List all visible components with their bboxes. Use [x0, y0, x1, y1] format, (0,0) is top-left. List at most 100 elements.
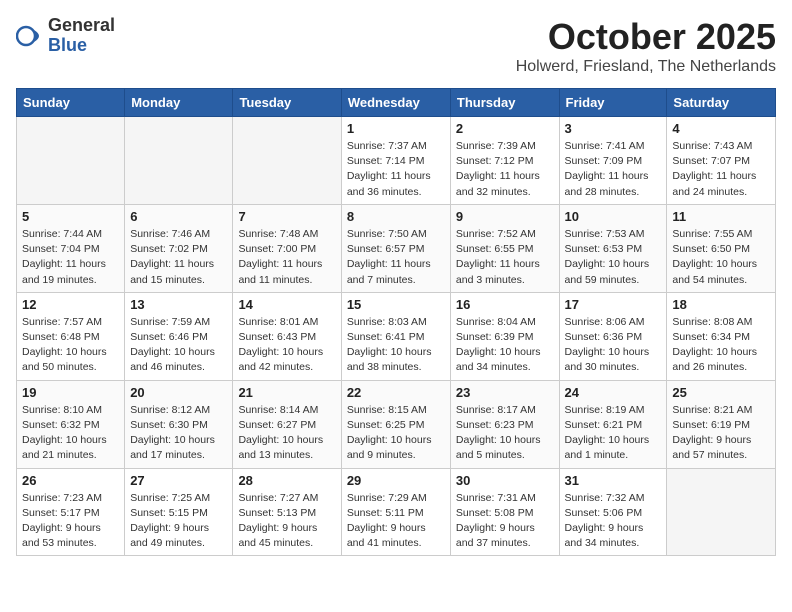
calendar-cell: 27 Sunrise: 7:25 AM Sunset: 5:15 PM Dayli… [125, 468, 233, 556]
day-number: 18 [672, 297, 770, 312]
weekday-header: Friday [559, 89, 667, 117]
day-info: Sunrise: 7:39 AM Sunset: 7:12 PM Dayligh… [456, 139, 554, 200]
day-info: Sunrise: 7:52 AM Sunset: 6:55 PM Dayligh… [456, 227, 554, 288]
calendar-cell [233, 117, 341, 205]
calendar-cell: 7 Sunrise: 7:48 AM Sunset: 7:00 PM Daylig… [233, 204, 341, 292]
calendar-table: SundayMondayTuesdayWednesdayThursdayFrid… [16, 88, 776, 556]
day-number: 3 [565, 121, 662, 136]
day-info: Sunrise: 7:23 AM Sunset: 5:17 PM Dayligh… [22, 491, 119, 552]
day-number: 15 [347, 297, 445, 312]
day-info: Sunrise: 7:55 AM Sunset: 6:50 PM Dayligh… [672, 227, 770, 288]
day-info: Sunrise: 7:59 AM Sunset: 6:46 PM Dayligh… [130, 315, 227, 376]
day-info: Sunrise: 8:17 AM Sunset: 6:23 PM Dayligh… [456, 403, 554, 464]
day-info: Sunrise: 7:50 AM Sunset: 6:57 PM Dayligh… [347, 227, 445, 288]
day-info: Sunrise: 7:53 AM Sunset: 6:53 PM Dayligh… [565, 227, 662, 288]
day-info: Sunrise: 7:57 AM Sunset: 6:48 PM Dayligh… [22, 315, 119, 376]
day-number: 24 [565, 385, 662, 400]
day-info: Sunrise: 8:19 AM Sunset: 6:21 PM Dayligh… [565, 403, 662, 464]
day-info: Sunrise: 8:21 AM Sunset: 6:19 PM Dayligh… [672, 403, 770, 464]
day-info: Sunrise: 8:12 AM Sunset: 6:30 PM Dayligh… [130, 403, 227, 464]
calendar-cell: 3 Sunrise: 7:41 AM Sunset: 7:09 PM Daylig… [559, 117, 667, 205]
weekday-header: Wednesday [341, 89, 450, 117]
day-info: Sunrise: 8:04 AM Sunset: 6:39 PM Dayligh… [456, 315, 554, 376]
calendar-cell [125, 117, 233, 205]
day-number: 19 [22, 385, 119, 400]
calendar-cell: 1Sunrise: 7:37 AM Sunset: 7:14 PM Daylig… [341, 117, 450, 205]
day-info: Sunrise: 7:32 AM Sunset: 5:06 PM Dayligh… [565, 491, 662, 552]
weekday-header: Tuesday [233, 89, 341, 117]
day-number: 30 [456, 473, 554, 488]
calendar-cell: 5 Sunrise: 7:44 AM Sunset: 7:04 PM Daylig… [17, 204, 125, 292]
day-number: 6 [130, 209, 227, 224]
day-number: 13 [130, 297, 227, 312]
weekday-header: Saturday [667, 89, 776, 117]
day-info: Sunrise: 8:01 AM Sunset: 6:43 PM Dayligh… [238, 315, 335, 376]
day-info: Sunrise: 8:14 AM Sunset: 6:27 PM Dayligh… [238, 403, 335, 464]
logo: General Blue [16, 16, 115, 56]
day-number: 9 [456, 209, 554, 224]
day-number: 1 [347, 121, 445, 136]
calendar-cell: 17Sunrise: 8:06 AM Sunset: 6:36 PM Dayli… [559, 292, 667, 380]
day-number: 31 [565, 473, 662, 488]
logo-blue: Blue [48, 36, 115, 56]
calendar-cell: 2 Sunrise: 7:39 AM Sunset: 7:12 PM Daylig… [450, 117, 559, 205]
calendar-cell: 24 Sunrise: 8:19 AM Sunset: 6:21 PM Dayli… [559, 380, 667, 468]
day-info: Sunrise: 8:15 AM Sunset: 6:25 PM Dayligh… [347, 403, 445, 464]
day-number: 27 [130, 473, 227, 488]
month-title: October 2025 [516, 16, 776, 58]
day-number: 22 [347, 385, 445, 400]
day-info: Sunrise: 7:43 AM Sunset: 7:07 PM Dayligh… [672, 139, 770, 200]
calendar-cell: 23Sunrise: 8:17 AM Sunset: 6:23 PM Dayli… [450, 380, 559, 468]
calendar-cell: 28Sunrise: 7:27 AM Sunset: 5:13 PM Dayli… [233, 468, 341, 556]
day-info: Sunrise: 8:06 AM Sunset: 6:36 PM Dayligh… [565, 315, 662, 376]
day-number: 20 [130, 385, 227, 400]
calendar-cell: 11 Sunrise: 7:55 AM Sunset: 6:50 PM Dayli… [667, 204, 776, 292]
calendar-cell: 8 Sunrise: 7:50 AM Sunset: 6:57 PM Daylig… [341, 204, 450, 292]
day-number: 25 [672, 385, 770, 400]
day-info: Sunrise: 8:08 AM Sunset: 6:34 PM Dayligh… [672, 315, 770, 376]
calendar-cell: 26Sunrise: 7:23 AM Sunset: 5:17 PM Dayli… [17, 468, 125, 556]
logo-icon [16, 22, 44, 50]
calendar-header-row: SundayMondayTuesdayWednesdayThursdayFrid… [17, 89, 776, 117]
day-info: Sunrise: 7:44 AM Sunset: 7:04 PM Dayligh… [22, 227, 119, 288]
calendar-cell: 9 Sunrise: 7:52 AM Sunset: 6:55 PM Daylig… [450, 204, 559, 292]
day-number: 16 [456, 297, 554, 312]
calendar-cell: 4 Sunrise: 7:43 AM Sunset: 7:07 PM Daylig… [667, 117, 776, 205]
calendar-cell: 12 Sunrise: 7:57 AM Sunset: 6:48 PM Dayli… [17, 292, 125, 380]
day-number: 11 [672, 209, 770, 224]
weekday-header: Sunday [17, 89, 125, 117]
calendar-week-row: 5 Sunrise: 7:44 AM Sunset: 7:04 PM Daylig… [17, 204, 776, 292]
page-header: General Blue October 2025 Holwerd, Fries… [16, 16, 776, 76]
day-info: Sunrise: 7:48 AM Sunset: 7:00 PM Dayligh… [238, 227, 335, 288]
day-info: Sunrise: 8:03 AM Sunset: 6:41 PM Dayligh… [347, 315, 445, 376]
weekday-header: Monday [125, 89, 233, 117]
calendar-week-row: 19 Sunrise: 8:10 AM Sunset: 6:32 PM Dayli… [17, 380, 776, 468]
title-block: October 2025 Holwerd, Friesland, The Net… [516, 16, 776, 76]
day-number: 7 [238, 209, 335, 224]
day-info: Sunrise: 8:10 AM Sunset: 6:32 PM Dayligh… [22, 403, 119, 464]
day-number: 10 [565, 209, 662, 224]
day-info: Sunrise: 7:25 AM Sunset: 5:15 PM Dayligh… [130, 491, 227, 552]
calendar-cell: 22 Sunrise: 8:15 AM Sunset: 6:25 PM Dayli… [341, 380, 450, 468]
calendar-cell [17, 117, 125, 205]
day-number: 4 [672, 121, 770, 136]
calendar-cell: 19 Sunrise: 8:10 AM Sunset: 6:32 PM Dayli… [17, 380, 125, 468]
calendar-cell: 6 Sunrise: 7:46 AM Sunset: 7:02 PM Daylig… [125, 204, 233, 292]
day-info: Sunrise: 7:46 AM Sunset: 7:02 PM Dayligh… [130, 227, 227, 288]
day-number: 12 [22, 297, 119, 312]
day-info: Sunrise: 7:31 AM Sunset: 5:08 PM Dayligh… [456, 491, 554, 552]
weekday-header: Thursday [450, 89, 559, 117]
day-number: 5 [22, 209, 119, 224]
calendar-week-row: 12 Sunrise: 7:57 AM Sunset: 6:48 PM Dayli… [17, 292, 776, 380]
calendar-cell: 15 Sunrise: 8:03 AM Sunset: 6:41 PM Dayli… [341, 292, 450, 380]
calendar-cell: 21 Sunrise: 8:14 AM Sunset: 6:27 PM Dayli… [233, 380, 341, 468]
day-info: Sunrise: 7:41 AM Sunset: 7:09 PM Dayligh… [565, 139, 662, 200]
logo-general: General [48, 16, 115, 36]
logo-text: General Blue [48, 16, 115, 56]
calendar-cell: 16 Sunrise: 8:04 AM Sunset: 6:39 PM Dayli… [450, 292, 559, 380]
day-number: 21 [238, 385, 335, 400]
calendar-cell: 18 Sunrise: 8:08 AM Sunset: 6:34 PM Dayli… [667, 292, 776, 380]
day-number: 2 [456, 121, 554, 136]
calendar-week-row: 1Sunrise: 7:37 AM Sunset: 7:14 PM Daylig… [17, 117, 776, 205]
day-number: 8 [347, 209, 445, 224]
